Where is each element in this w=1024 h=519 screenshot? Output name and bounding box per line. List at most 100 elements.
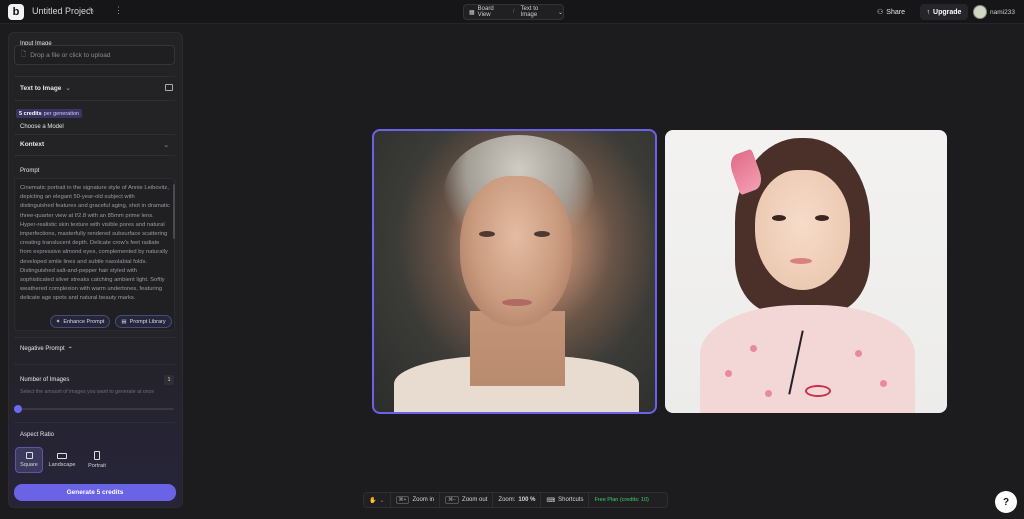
divider	[14, 422, 175, 423]
divider	[14, 76, 175, 77]
library-icon: ▤	[121, 318, 127, 325]
zoom-in-label: Zoom in	[412, 497, 435, 503]
portrait-icon	[94, 451, 100, 460]
divider	[14, 364, 175, 365]
pointer-tool-button[interactable]: ✋ ⌄	[364, 493, 391, 507]
chevron-down-icon: ⌄	[163, 141, 169, 149]
canvas-toolbar: ✋ ⌄ ⌘+ Zoom in ⌘− Zoom out Zoom: 100 % ⌨…	[363, 492, 668, 508]
aspect-square-label: Square	[20, 462, 38, 468]
shortcuts-button[interactable]: ⌨ Shortcuts	[541, 493, 590, 507]
landscape-icon	[57, 452, 67, 459]
illustration-part	[534, 231, 550, 237]
prompt-textarea[interactable]: Cinematic portrait in the signature styl…	[14, 178, 175, 331]
negative-prompt-toggle[interactable]: Negative Prompt ⌃	[20, 346, 73, 353]
number-of-images-label: Number of Images	[20, 377, 70, 383]
prompt-scrollbar[interactable]	[173, 184, 175, 239]
chevron-down-icon: ⌄	[557, 9, 563, 16]
model-value: Kontext	[20, 141, 45, 148]
share-button[interactable]: ⚇ Share	[873, 5, 909, 19]
number-of-images-slider[interactable]	[16, 408, 174, 410]
divider	[14, 155, 175, 156]
avatar	[973, 5, 987, 19]
sidebar-toggle-icon[interactable]	[165, 84, 173, 91]
upgrade-label: Upgrade	[933, 8, 962, 16]
enhance-prompt-label: Enhance Prompt	[63, 318, 105, 325]
credits-suffix: per generation	[43, 110, 80, 117]
hand-icon: ✋	[369, 497, 377, 504]
zoom-label: Zoom:	[498, 497, 516, 503]
illustration-part	[750, 345, 757, 352]
credits-amount: 5 credits	[19, 110, 42, 117]
board-view-icon: ▦	[469, 9, 475, 16]
chevron-down-icon: ⌄	[379, 497, 385, 504]
prompt-library-button[interactable]: ▤ Prompt Library	[115, 315, 172, 328]
upgrade-icon: ↑	[926, 8, 931, 16]
aspect-landscape-option[interactable]: Landscape	[46, 447, 78, 473]
board-view-label[interactable]: Board View	[478, 6, 507, 18]
divider	[14, 337, 175, 338]
generated-image-older-woman[interactable]	[372, 129, 657, 414]
cmd-key-icon: ⌘+	[395, 496, 410, 504]
cmd-key-icon: ⌘−	[445, 496, 460, 504]
zoom-readout: Zoom: 100 %	[493, 493, 542, 507]
view-switcher[interactable]: ▦ Board View / Text to Image ⌄	[463, 4, 564, 20]
aspect-square-option[interactable]: Square	[15, 447, 43, 473]
user-menu[interactable]: nami233	[973, 5, 1015, 19]
more-options-icon[interactable]: ⋮	[114, 5, 123, 16]
free-plan-label: Free Plan (credits: 10)	[594, 497, 649, 503]
zoom-value: 100 %	[518, 497, 536, 503]
upgrade-button[interactable]: ↑ Upgrade	[920, 4, 968, 20]
aspect-landscape-label: Landscape	[48, 461, 76, 468]
illustration-part	[772, 215, 786, 221]
zoom-in-button[interactable]: ⌘+ Zoom in	[391, 493, 441, 507]
aspect-portrait-label: Portrait	[88, 463, 106, 469]
aspect-ratio-label: Aspect Ratio	[20, 432, 55, 438]
project-title[interactable]: Untitled Project	[32, 6, 93, 16]
prompt-library-label: Prompt Library	[129, 318, 166, 325]
username: nami233	[990, 8, 1015, 16]
chevron-down-icon: ⌄	[65, 85, 71, 92]
file-icon: 🗋	[21, 50, 27, 58]
mode-label[interactable]: Text to Image	[521, 6, 555, 18]
illustration-part	[855, 350, 862, 357]
generate-button[interactable]: Generate 5 credits	[14, 484, 176, 501]
illustration-part	[725, 370, 732, 377]
illustration-part	[880, 380, 887, 387]
divider	[14, 134, 175, 135]
top-bar: b Untitled Project ✎ ⋮ ▦ Board View / Te…	[0, 0, 1024, 24]
model-select[interactable]: Kontext ⌄	[14, 136, 175, 153]
number-of-images-hint: Select the amount of images you want to …	[20, 389, 155, 395]
share-label: Share	[886, 8, 905, 16]
illustration-part	[790, 258, 812, 264]
illustration-part	[502, 299, 532, 306]
pencil-icon[interactable]: ✎	[88, 6, 95, 15]
view-separator: /	[512, 9, 515, 15]
credits-badge: 5 credits per generation	[16, 109, 83, 118]
user-plus-icon: ⚇	[877, 9, 884, 16]
negative-prompt-label: Negative Prompt	[20, 346, 65, 352]
prompt-text: Cinematic portrait in the signature styl…	[20, 185, 170, 302]
chevron-up-icon: ⌃	[67, 347, 73, 353]
square-icon	[25, 452, 33, 459]
zoom-out-button[interactable]: ⌘− Zoom out	[440, 493, 494, 507]
plan-status[interactable]: Free Plan (credits: 10)	[589, 493, 653, 507]
illustration-part	[765, 390, 772, 397]
shortcuts-label: Shortcuts	[558, 497, 584, 503]
illustration-part	[815, 215, 829, 221]
enhance-prompt-button[interactable]: ✦ Enhance Prompt	[50, 315, 110, 328]
number-of-images-value: 1	[164, 375, 174, 385]
generated-image-young-woman[interactable]	[665, 130, 947, 413]
slider-handle[interactable]	[14, 405, 22, 413]
mode-select-value: Text to Image	[20, 84, 62, 92]
mode-select[interactable]: Text to Image ⌄	[20, 84, 71, 93]
illustration-part	[700, 305, 915, 413]
aspect-portrait-option[interactable]: Portrait	[83, 447, 111, 473]
zoom-out-label: Zoom out	[462, 497, 488, 503]
keyboard-icon: ⌨	[546, 497, 556, 504]
illustration-part	[479, 231, 495, 237]
prompt-label: Prompt	[20, 168, 40, 174]
illustration-part	[805, 385, 831, 397]
upload-dropzone[interactable]: 🗋 Drop a file or click to upload	[14, 45, 175, 65]
app-logo[interactable]: b	[8, 4, 24, 20]
help-button[interactable]: ?	[995, 491, 1017, 513]
